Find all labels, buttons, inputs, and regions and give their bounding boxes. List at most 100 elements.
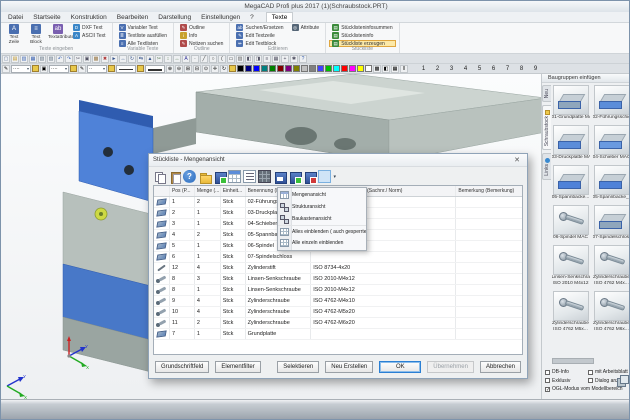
paste-icon[interactable]: ▩ bbox=[92, 55, 100, 63]
open-folder-icon[interactable] bbox=[198, 170, 211, 183]
pen-width-combo[interactable]: ··▾ bbox=[87, 65, 107, 73]
layer-button-7[interactable]: 7 bbox=[503, 66, 512, 72]
redo-icon[interactable]: ↷ bbox=[65, 55, 73, 63]
tab-einstellungen[interactable]: Einstellungen bbox=[196, 13, 245, 22]
ribbon-button-text-zeile[interactable]: AText Zeile bbox=[4, 24, 24, 47]
redraw-icon[interactable]: ↻ bbox=[220, 65, 228, 73]
edit-mode-icon[interactable]: ✎ bbox=[2, 65, 10, 73]
point-icon[interactable]: · bbox=[191, 55, 199, 63]
button-selektieren[interactable]: Selektieren bbox=[277, 361, 319, 373]
part-item[interactable]: 06-Spindel MAC bbox=[552, 205, 589, 241]
part-item[interactable]: 02-Führungsschien... bbox=[593, 85, 630, 121]
color-swatch-11[interactable] bbox=[325, 65, 332, 72]
point-style-combo[interactable]: ····▾ bbox=[11, 65, 31, 73]
hatch-style-combo[interactable]: ····▾ bbox=[49, 65, 69, 73]
column-header-bemerkung-bemerkung[interactable]: Bemerkung (Bemerkung) bbox=[456, 186, 522, 196]
color-swatch-8[interactable] bbox=[301, 65, 308, 72]
part-item[interactable]: ZylinderschraubeISO 4762 M6x... bbox=[593, 291, 630, 333]
ribbon-button-stücklisteninfosummen[interactable]: ▤Stücklisteninfosummen bbox=[329, 24, 395, 31]
layer-button-1[interactable]: 1 bbox=[419, 66, 428, 72]
button-grundschriftfeld[interactable]: Grundschriftfeld bbox=[155, 361, 209, 373]
ungroup-icon[interactable]: ◨ bbox=[254, 55, 262, 63]
hatch-color-chip[interactable] bbox=[70, 65, 77, 72]
color-swatch-9[interactable] bbox=[309, 65, 316, 72]
undo-icon[interactable]: ↶ bbox=[56, 55, 64, 63]
table-row[interactable]: 71StckGrundplatte bbox=[154, 329, 522, 340]
save-as-icon[interactable] bbox=[288, 170, 301, 183]
table-dark-icon[interactable] bbox=[258, 170, 271, 183]
menu-item-alles-einblenden-auch-gesperrte[interactable]: Alles einblenden ( auch gesperrte ) bbox=[278, 225, 366, 237]
menu-item-mengenansicht[interactable]: Mengenansicht bbox=[278, 189, 366, 201]
table-row[interactable]: 104StckZylinderschraubeISO 4762-M5x20 bbox=[154, 307, 522, 318]
tab-darstellung[interactable]: Darstellung bbox=[153, 13, 196, 22]
layer-button-6[interactable]: 6 bbox=[489, 66, 498, 72]
snap-icon[interactable]: + bbox=[281, 55, 289, 63]
sidebar-tab-schraubstock[interactable]: Schraubstock bbox=[542, 105, 551, 150]
column-header-pos-p[interactable]: Pos (P... bbox=[170, 186, 195, 196]
ribbon-button-dxf-text[interactable]: DDXF Text bbox=[70, 24, 109, 31]
pen-icon[interactable]: ✎ bbox=[78, 65, 86, 73]
part-item[interactable]: 07-Spindelschloss... bbox=[593, 205, 630, 241]
table-view-icon[interactable] bbox=[228, 170, 241, 183]
part-item[interactable]: 04-Schieber MAC bbox=[593, 125, 630, 161]
color-swatch-6[interactable] bbox=[285, 65, 292, 72]
color-swatch-1[interactable] bbox=[245, 65, 252, 72]
column-header-einheit[interactable]: Einheit... bbox=[221, 186, 246, 196]
color-swatch-2[interactable] bbox=[253, 65, 260, 72]
tab-datei[interactable]: Datei bbox=[3, 13, 28, 22]
plot-preview-icon[interactable]: ▨ bbox=[47, 55, 55, 63]
tab-bearbeiten[interactable]: Bearbeiten bbox=[112, 13, 153, 22]
circle-icon[interactable]: ○ bbox=[209, 55, 217, 63]
paste-icon[interactable] bbox=[168, 170, 181, 183]
layer-button-4[interactable]: 4 bbox=[461, 66, 470, 72]
layers-icon[interactable]: ≡ bbox=[263, 55, 271, 63]
button-elementfilter[interactable]: Elementfilter bbox=[215, 361, 260, 373]
ribbon-button-textliste-ausfüllen[interactable]: ≣Textliste ausfüllen bbox=[116, 32, 170, 39]
button-abbrechen[interactable]: Abbrechen bbox=[480, 361, 521, 373]
part-item[interactable]: 05-Spannbacke_P... bbox=[593, 165, 630, 201]
table-row[interactable]: 112StckZylinderschraubeISO 4762-M6x20 bbox=[154, 318, 522, 329]
color-swatch-10[interactable] bbox=[317, 65, 324, 72]
ribbon-button-textattribute[interactable]: abTextattribute bbox=[48, 24, 68, 47]
copy-icon[interactable] bbox=[153, 170, 166, 183]
save-icon[interactable] bbox=[273, 170, 286, 183]
grid-icon[interactable]: ▦ bbox=[272, 55, 280, 63]
rectangle-icon[interactable]: ▭ bbox=[227, 55, 235, 63]
ribbon-button-info[interactable]: iInfo bbox=[177, 32, 226, 39]
bars-icon[interactable]: ‖ bbox=[400, 65, 408, 73]
table-row[interactable]: 81StckLinsen-SenkschraubeISO 2010-M4x12 bbox=[154, 285, 522, 296]
sidebar-tab-links[interactable]: Links bbox=[542, 153, 551, 180]
part-item[interactable]: ZylinderschraubeISO 4762 M5x... bbox=[552, 291, 589, 333]
ribbon-button-variabler-text[interactable]: VVariabler Text bbox=[116, 24, 170, 31]
arc-icon[interactable]: ( bbox=[218, 55, 226, 63]
table-row[interactable]: 61Stck07-Spindelschloss bbox=[154, 252, 522, 263]
help-icon[interactable]: ? bbox=[299, 55, 307, 63]
color-swatch-3[interactable] bbox=[261, 65, 268, 72]
palette-icon[interactable]: ▦ bbox=[391, 65, 399, 73]
line-color-chip[interactable] bbox=[108, 65, 115, 72]
rotate-icon[interactable]: ↻ bbox=[128, 55, 136, 63]
blend-icon[interactable]: ◧ bbox=[382, 65, 390, 73]
dialog-titlebar[interactable]: Stückliste - Mengenansicht ✕ bbox=[149, 154, 527, 167]
close-icon[interactable]: ✕ bbox=[511, 156, 523, 164]
part-item[interactable]: ZylinderschraubeISO 4762 M4x... bbox=[593, 245, 630, 287]
checkbox-exklusiv[interactable]: Exklusiv bbox=[545, 378, 588, 384]
layer-color-chip[interactable] bbox=[32, 65, 39, 72]
button-neu-erstellen[interactable]: Neu Erstellen bbox=[325, 361, 373, 373]
ribbon-button-attribute[interactable]: ◎Attribute bbox=[289, 24, 323, 31]
line-icon[interactable]: ╱ bbox=[200, 55, 208, 63]
table-row[interactable]: 83StckLinsen-SenkschraubeISO 2010-M4x12 bbox=[154, 274, 522, 285]
zoom-in-icon[interactable]: ⊕ bbox=[166, 65, 174, 73]
cube-3d-icon[interactable] bbox=[616, 374, 628, 386]
width-color-chip[interactable] bbox=[137, 65, 144, 72]
image-icon[interactable]: ▣ bbox=[40, 65, 48, 73]
linetype-sample[interactable] bbox=[116, 65, 136, 73]
layer-button-8[interactable]: 8 bbox=[517, 66, 526, 72]
color-swatch-14[interactable] bbox=[349, 65, 356, 72]
print-icon[interactable]: ▧ bbox=[38, 55, 46, 63]
dimension-icon[interactable]: ↔ bbox=[173, 55, 181, 63]
color-swatch-5[interactable] bbox=[277, 65, 284, 72]
new-file-icon[interactable]: ▢ bbox=[2, 55, 10, 63]
color-swatch-16[interactable] bbox=[365, 65, 372, 72]
button-ok[interactable]: OK bbox=[379, 361, 421, 373]
